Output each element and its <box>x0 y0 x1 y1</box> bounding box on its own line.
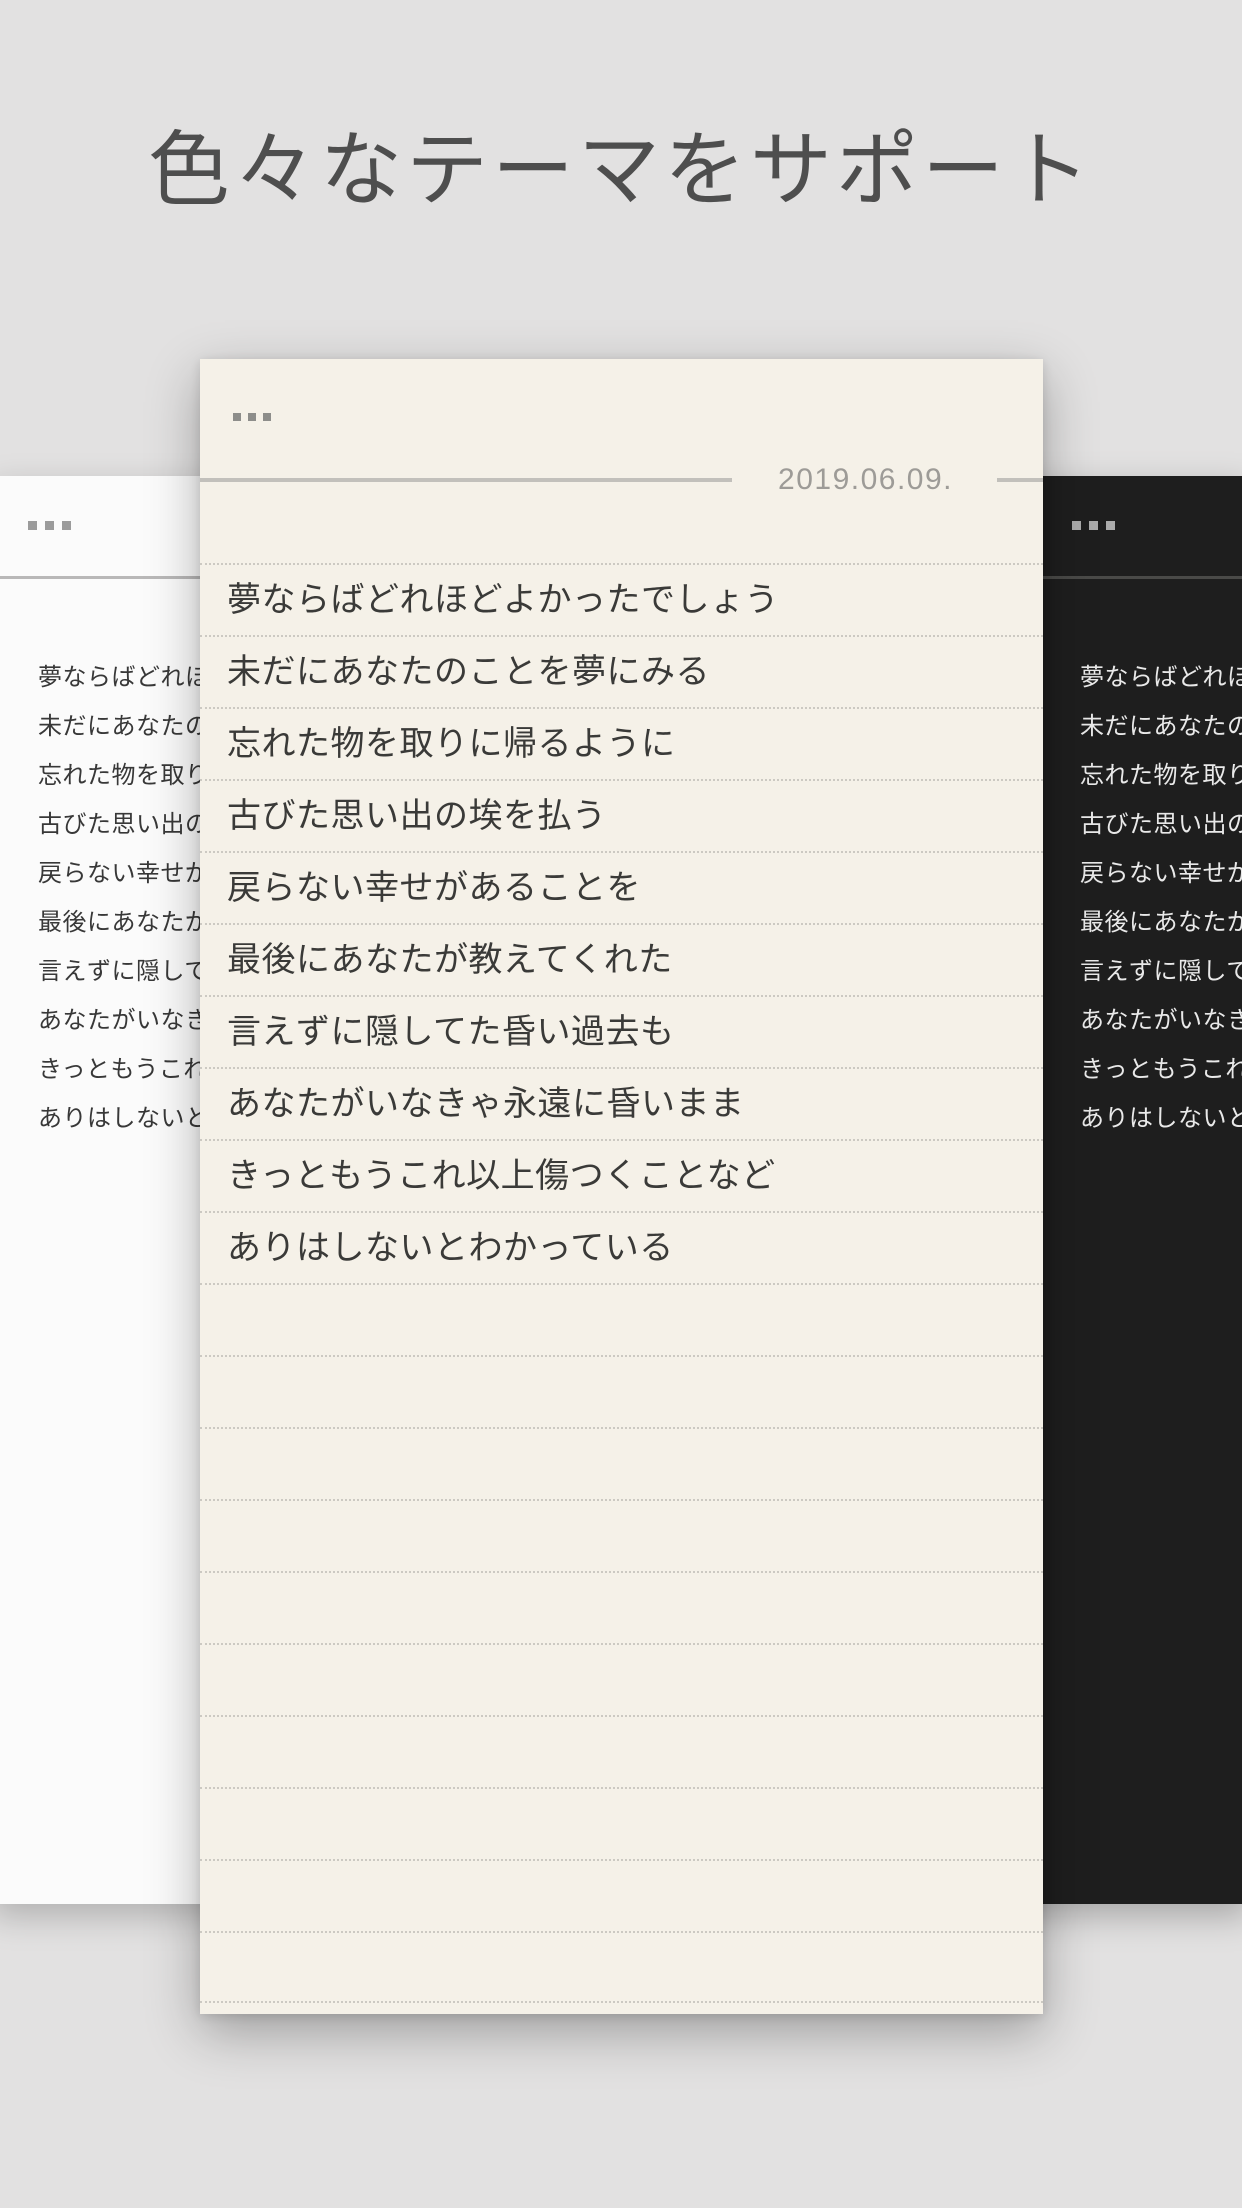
menu-dot <box>233 413 241 421</box>
note-row-empty[interactable] <box>200 1283 1043 1355</box>
menu-dot <box>28 521 37 530</box>
note-row-empty[interactable] <box>200 1787 1043 1859</box>
menu-dot <box>1089 521 1098 530</box>
lyric-line: 夢ならばどれほどよかったでしょう <box>227 581 779 619</box>
note-row-empty[interactable] <box>200 1715 1043 1787</box>
lyric-line: 未だにあなたのことを夢にみる <box>1080 713 1242 740</box>
lyric-line: ありはしないとわかっている <box>227 1229 674 1267</box>
lyric-line: 夢ならばどれほどよかったでしょう <box>1080 664 1242 691</box>
menu-dot <box>263 413 271 421</box>
lyric-line: ありはしないとわかっている <box>1080 1105 1242 1132</box>
app-screenshot: { "page": { "title": "色々なテーマをサポート", "bac… <box>0 0 1242 2208</box>
note-row-empty[interactable] <box>200 1643 1043 1715</box>
note-row[interactable]: ありはしないとわかっている <box>200 1211 1043 1283</box>
note-row-empty[interactable] <box>200 1931 1043 2003</box>
ellipsis-menu-icon[interactable] <box>233 413 278 421</box>
menu-dot <box>1106 521 1115 530</box>
note-date: 2019.06.09. <box>778 463 953 496</box>
theme-card-paper: 2019.06.09. 夢ならばどれほどよかったでしょう 未だにあなたのことを夢… <box>200 359 1043 2014</box>
menu-dot <box>1072 521 1081 530</box>
note-lines: 夢ならばどれほどよかったでしょう 未だにあなたのことを夢にみる 忘れた物を取りに… <box>200 563 1043 2003</box>
lyric-line: 未だにあなたのことを夢にみる <box>227 653 710 691</box>
header-rule-right <box>997 478 1043 482</box>
lyric-line: 言えずに隠してた昏い過去も <box>227 1013 675 1051</box>
note-row[interactable]: あなたがいなきゃ永遠に昏いまま <box>200 1067 1043 1139</box>
note-row[interactable]: 言えずに隠してた昏い過去も <box>200 995 1043 1067</box>
ellipsis-menu-icon[interactable] <box>1072 521 1123 530</box>
note-row[interactable]: 未だにあなたのことを夢にみる <box>200 635 1043 707</box>
lyric-line: 戻らない幸せがあることを <box>227 869 641 907</box>
note-row[interactable]: 忘れた物を取りに帰るように <box>200 707 1043 779</box>
menu-dot <box>62 521 71 530</box>
note-row-empty[interactable] <box>200 1571 1043 1643</box>
lyric-line: 忘れた物を取りに帰るように <box>1080 762 1242 789</box>
ellipsis-menu-icon[interactable] <box>28 521 79 530</box>
lyric-line: きっともうこれ以上傷つくことなど <box>227 1157 776 1195</box>
lyric-line: あなたがいなきゃ永遠に昏いまま <box>1080 1007 1242 1034</box>
note-row-empty[interactable] <box>200 1499 1043 1571</box>
note-lines: 夢ならばどれほどよかったでしょう 未だにあなたのことを夢にみる 忘れた物を取りに… <box>1080 653 1242 1143</box>
menu-dot <box>248 413 256 421</box>
lyric-line: 最後にあなたが教えてくれた <box>227 941 673 979</box>
note-row[interactable]: きっともうこれ以上傷つくことなど <box>200 1139 1043 1211</box>
lyric-line: きっともうこれ以上傷つくことなど <box>1080 1056 1242 1083</box>
note-row[interactable]: 古びた思い出の埃を払う <box>200 779 1043 851</box>
menu-dot <box>45 521 54 530</box>
note-row[interactable]: 戻らない幸せがあることを <box>200 851 1043 923</box>
note-row-empty[interactable] <box>200 1859 1043 1931</box>
lyric-line: 最後にあなたが教えてくれた <box>1080 909 1242 936</box>
lyric-line: 言えずに隠してた昏い過去も <box>1080 958 1242 985</box>
page-title: 色々なテーマをサポート <box>147 125 1094 216</box>
note-header: 2019.06.09. <box>200 459 1043 501</box>
note-row-empty[interactable] <box>200 1355 1043 1427</box>
lyric-line: あなたがいなきゃ永遠に昏いまま <box>227 1085 745 1123</box>
lyric-line: 戻らない幸せがあることを <box>1080 860 1242 887</box>
note-row[interactable]: 最後にあなたが教えてくれた <box>200 923 1043 995</box>
note-row[interactable]: 夢ならばどれほどよかったでしょう <box>200 563 1043 635</box>
lyric-line: 忘れた物を取りに帰るように <box>227 725 676 763</box>
header-rule-left <box>200 478 733 482</box>
note-row-empty[interactable] <box>200 1427 1043 1499</box>
lyric-line: 古びた思い出の埃を払う <box>227 797 607 835</box>
lyric-line: 古びた思い出の埃を払う <box>1080 811 1242 838</box>
